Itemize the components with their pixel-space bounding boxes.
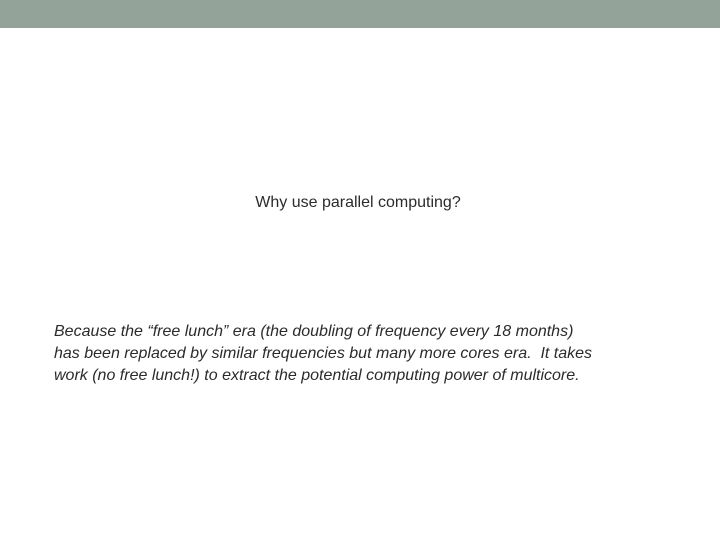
- slide: Why use parallel computing? Because the …: [0, 0, 720, 540]
- slide-body-text: Because the “free lunch” era (the doubli…: [54, 321, 674, 387]
- slide-title: Why use parallel computing?: [255, 194, 461, 211]
- body-line-2: has been replaced by similar frequencies…: [54, 345, 593, 362]
- header-bar: [0, 0, 720, 28]
- body-line-1: Because the “free lunch” era (the doubli…: [54, 323, 574, 340]
- body-line-3: work (no free lunch!) to extract the pot…: [54, 367, 580, 384]
